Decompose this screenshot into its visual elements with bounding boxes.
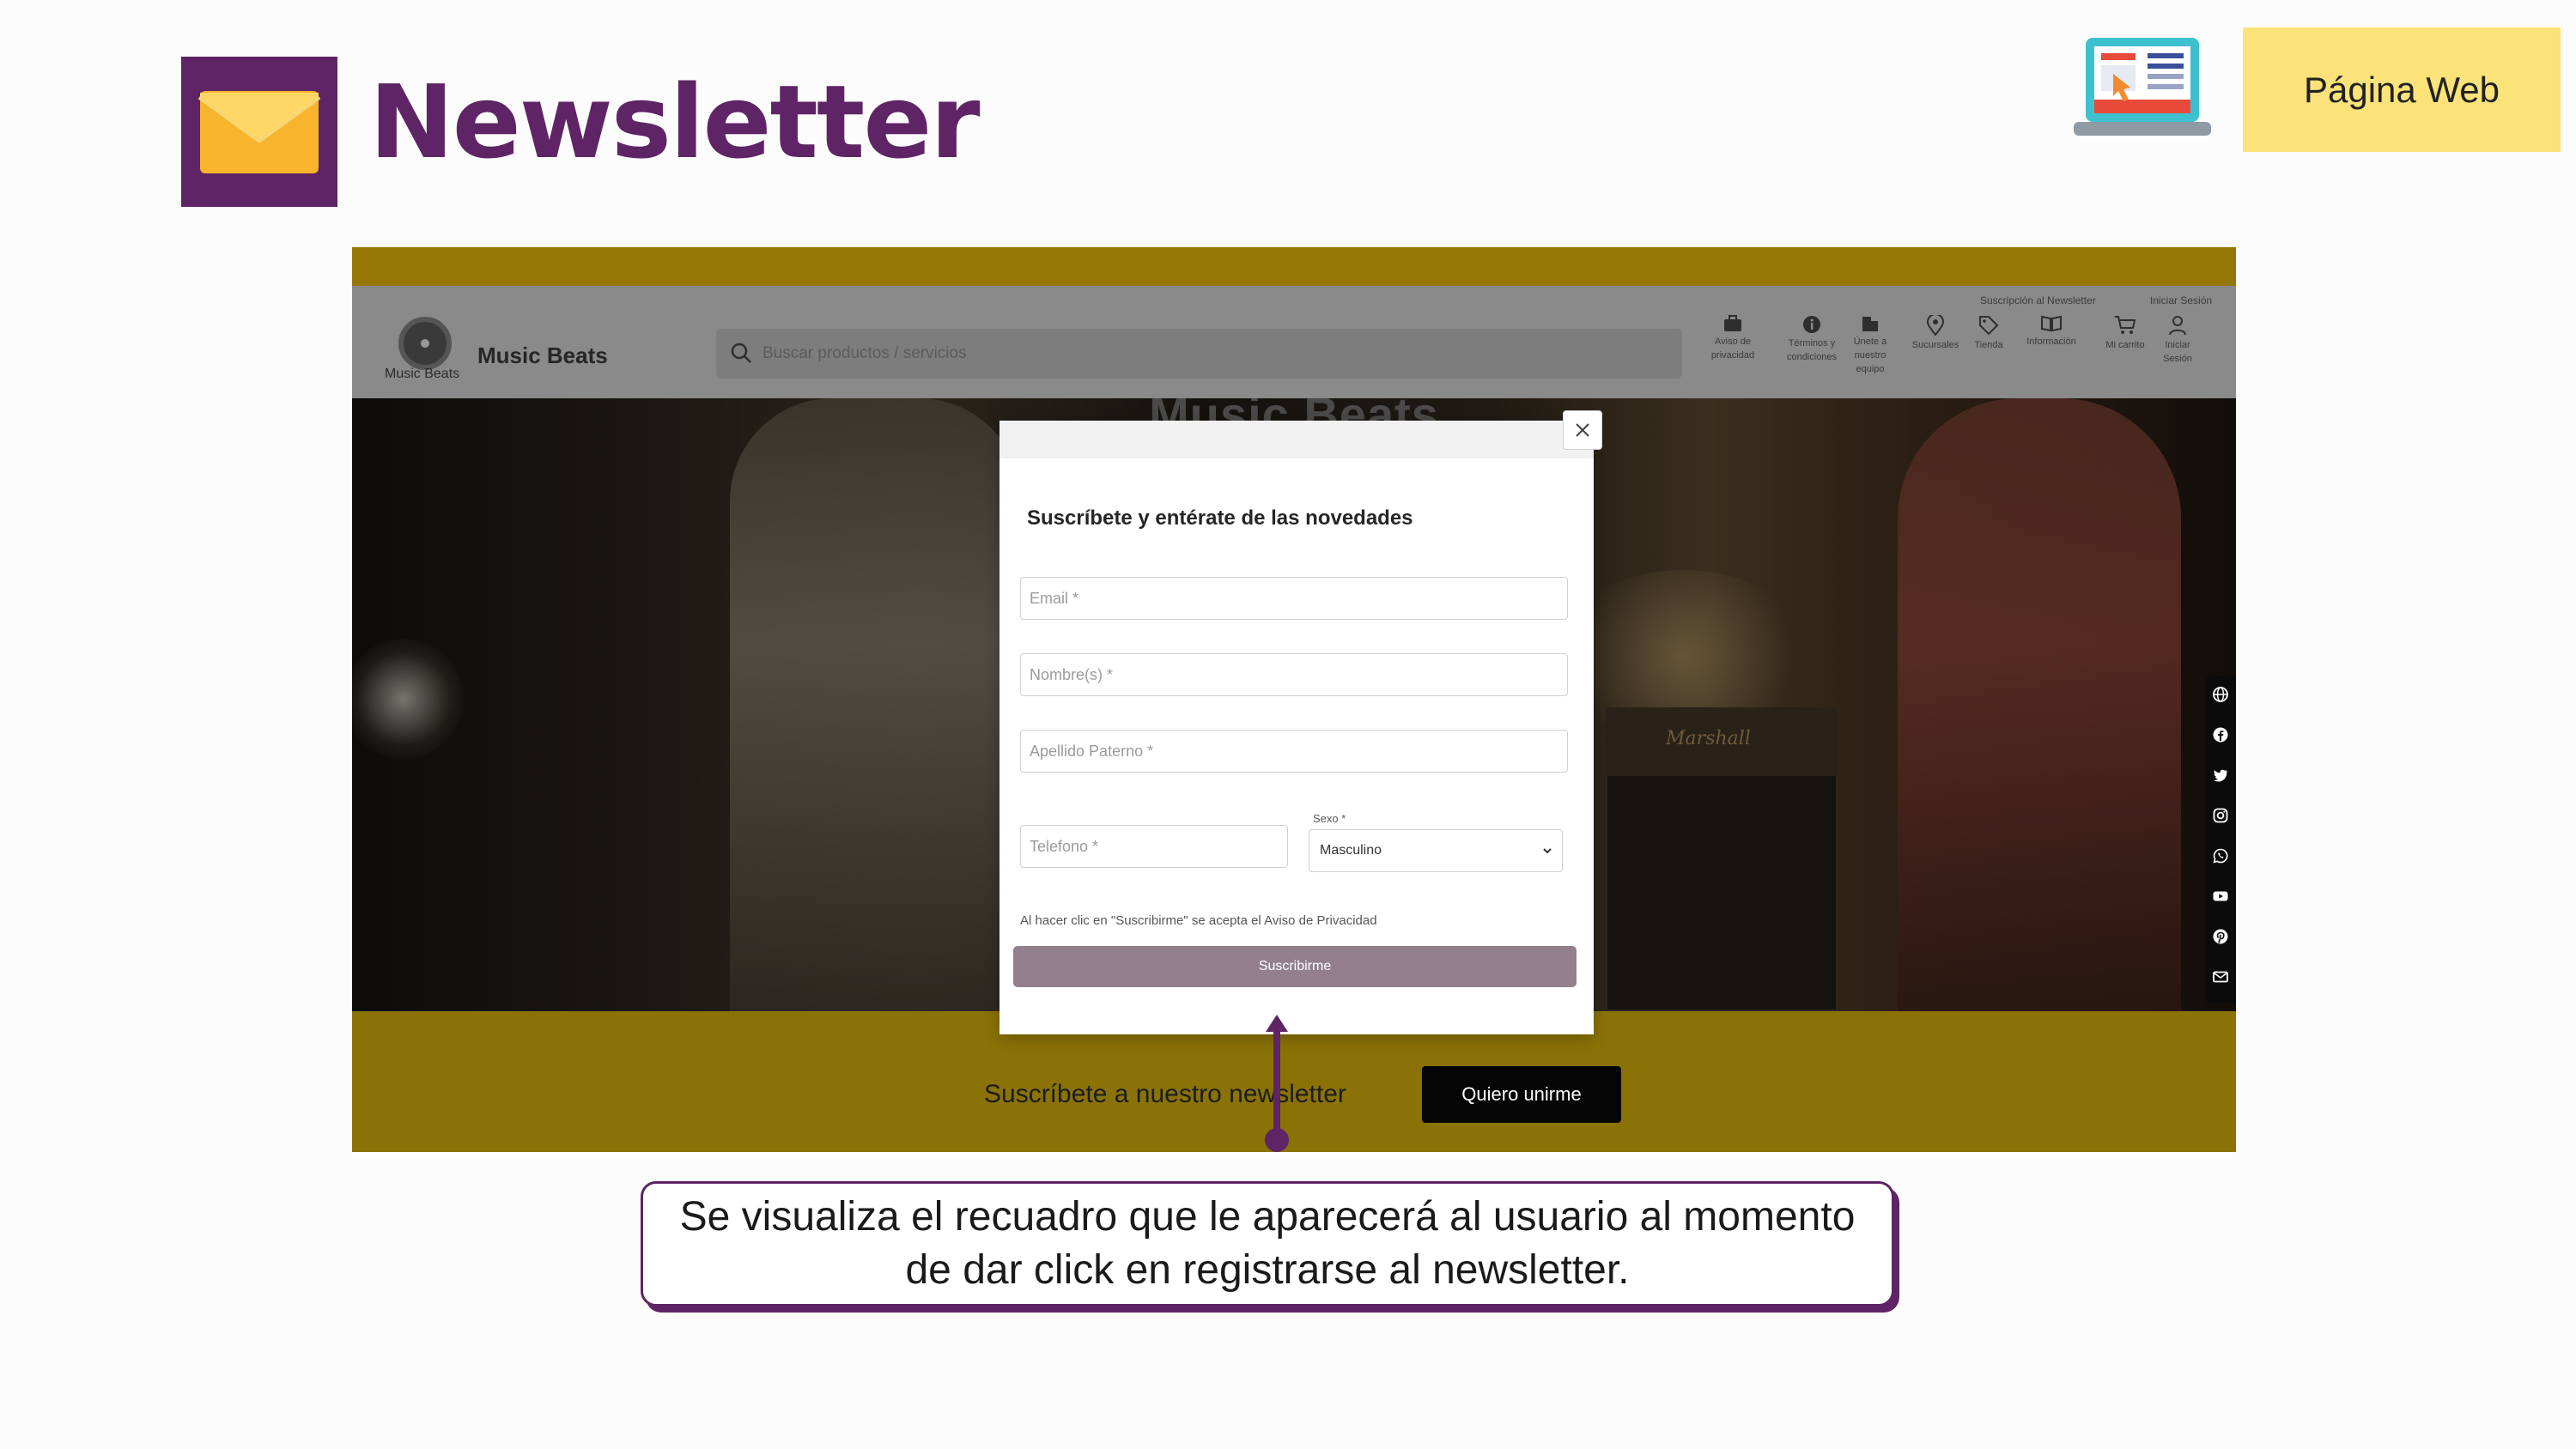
briefcase-icon	[1724, 315, 1741, 331]
nav-info-label: Información	[2026, 336, 2076, 347]
nav-cart-label: Mi carrito	[2105, 340, 2145, 350]
pinterest-icon[interactable]	[2213, 929, 2228, 944]
email-field[interactable]	[1020, 577, 1568, 620]
tag-icon	[1979, 316, 1999, 336]
sex-select[interactable]: Masculino	[1309, 829, 1563, 872]
nav-terms[interactable]: Términos y condiciones	[1777, 315, 1846, 365]
join-newsletter-button[interactable]: Quiero unirme	[1422, 1066, 1621, 1123]
nav-join-label: Únete a nuestro equipo	[1853, 336, 1887, 374]
globe-icon[interactable]	[2213, 687, 2228, 702]
top-announcement-bar	[352, 247, 2236, 286]
amp-brand: Marshall	[1666, 728, 1751, 749]
nav-cart[interactable]: Mi carrito	[2095, 315, 2155, 353]
slide-title: Newsletter	[369, 63, 981, 181]
facebook-icon[interactable]	[2213, 727, 2228, 743]
nav-login[interactable]: Iniciar Sesión	[2154, 315, 2202, 367]
nav-store-label: Tienda	[1974, 340, 2003, 350]
info-icon	[1803, 316, 1820, 333]
sex-label: Sexo *	[1313, 812, 1346, 825]
nav-info[interactable]: Información	[2014, 315, 2088, 349]
modal-heading: Suscríbete y entérate de las novedades	[1027, 506, 1413, 530]
building-icon	[1862, 317, 1878, 331]
privacy-note: Al hacer clic en "Suscribirme" se acepta…	[1020, 913, 1377, 928]
twitter-icon[interactable]	[2213, 767, 2228, 783]
laptop-web-icon	[2074, 33, 2211, 149]
whatsapp-icon[interactable]	[2213, 848, 2228, 864]
section-badge: Página Web	[2243, 27, 2561, 152]
nav-branches[interactable]: Sucursales	[1903, 315, 1968, 353]
newsletter-modal: Suscríbete y entérate de las novedades S…	[999, 410, 1602, 1034]
login-top-link[interactable]: Iniciar Sesión	[2150, 294, 2212, 306]
guitarist-right-image	[1898, 398, 2181, 1011]
location-pin-icon	[1926, 315, 1945, 336]
callout-box: Se visualiza el recuadro que le aparecer…	[641, 1181, 1894, 1307]
social-sidebar	[2205, 676, 2236, 1003]
name-field[interactable]	[1020, 653, 1568, 696]
chevron-down-icon	[1543, 848, 1552, 854]
phone-field[interactable]	[1020, 825, 1288, 868]
nav-login-label: Iniciar Sesión	[2163, 340, 2192, 364]
close-button[interactable]	[1563, 410, 1602, 450]
subscribe-button[interactable]: Suscribirme	[1013, 946, 1577, 987]
logo-caption: Music Beats	[385, 367, 460, 381]
nav-privacy-label: Aviso de privacidad	[1710, 336, 1755, 361]
search-bar	[716, 329, 1682, 379]
modal-header-strip	[999, 421, 1594, 458]
search-icon	[731, 343, 751, 363]
surname-field[interactable]	[1020, 730, 1568, 773]
youtube-icon[interactable]	[2213, 888, 2228, 904]
envelope-icon	[181, 57, 337, 207]
nav-privacy[interactable]: Aviso de privacidad	[1698, 315, 1767, 363]
book-icon	[2041, 315, 2062, 332]
vinyl-logo-icon[interactable]	[398, 317, 452, 370]
nav-branches-label: Sucursales	[1911, 340, 1959, 350]
instagram-icon[interactable]	[2213, 808, 2228, 823]
sex-select-value: Masculino	[1320, 843, 1382, 858]
nav-join[interactable]: Únete a nuestro equipo	[1844, 315, 1896, 377]
nav-terms-label: Términos y condiciones	[1786, 338, 1838, 362]
nav-store[interactable]: Tienda	[1963, 315, 2014, 353]
brand-name[interactable]: Music Beats	[477, 343, 608, 369]
newsletter-top-link[interactable]: Suscripción al Newsletter	[1980, 294, 2096, 306]
slide: Newsletter Página Web Music Beats Music …	[0, 0, 2576, 1449]
cart-icon	[2115, 316, 2136, 334]
close-icon	[1576, 423, 1589, 437]
guitarist-left-image	[730, 398, 1022, 1011]
site-header: Music Beats Music Beats Suscripción al N…	[352, 286, 2236, 398]
search-input[interactable]	[762, 337, 1664, 370]
user-icon	[2169, 316, 2186, 336]
pointer-arrow	[1265, 1015, 1289, 1152]
mail-icon[interactable]	[2213, 969, 2228, 985]
stage-light	[352, 639, 464, 759]
